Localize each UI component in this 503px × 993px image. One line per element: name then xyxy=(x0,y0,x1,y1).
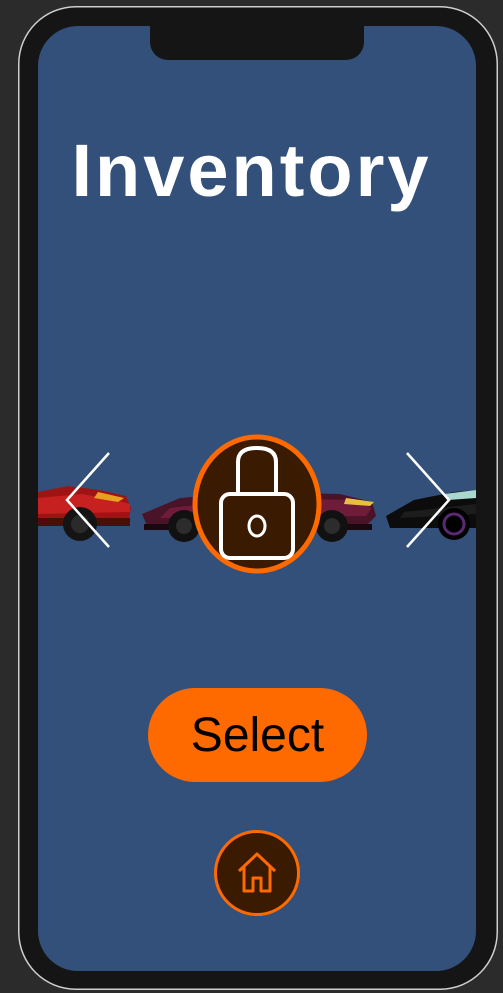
chevron-right-icon xyxy=(406,452,451,548)
home-button[interactable] xyxy=(214,830,300,916)
phone-notch xyxy=(150,26,364,60)
next-car-button[interactable] xyxy=(402,450,454,550)
home-icon xyxy=(237,852,277,893)
page-title: Inventory xyxy=(71,129,432,212)
locked-badge xyxy=(192,434,322,574)
previous-car-button[interactable] xyxy=(62,450,114,550)
chevron-left-icon xyxy=(65,452,110,548)
select-button[interactable]: Select xyxy=(148,688,367,782)
